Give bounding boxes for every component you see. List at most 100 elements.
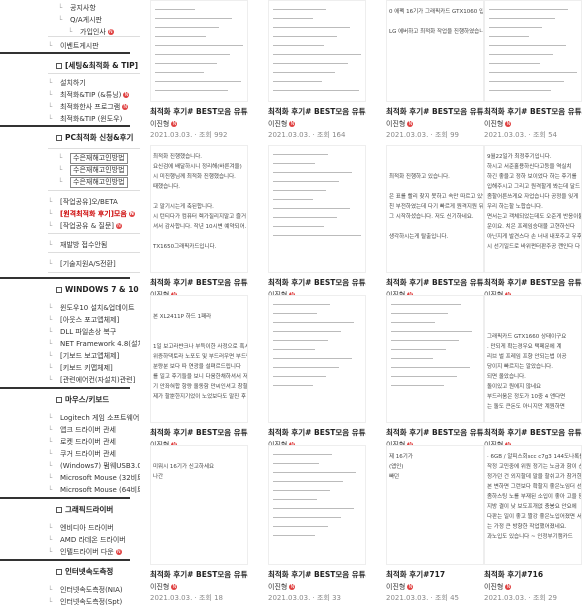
post-author[interactable]: 이진형N [150, 119, 178, 129]
sidebar-item[interactable]: └ DLL 파일손상 복구 [0, 326, 140, 338]
post-title[interactable]: 최적화 후기# BEST모음 유튜브 [150, 277, 248, 288]
tree-branch-icon: └ [58, 154, 63, 162]
sidebar-item[interactable]: └ 엔비디아 드라이버 [0, 522, 140, 534]
post-author[interactable]: 이진형N [484, 119, 512, 129]
sidebar-item[interactable]: └ 로켓 드라이버 관세 [0, 436, 140, 448]
sidebar-item[interactable]: └ 인터넷속도측정(NIA) [0, 584, 140, 596]
sidebar-item[interactable]: └ Logitech 게임 소프트웨어 [0, 412, 140, 424]
post-author[interactable]: 이진형N [268, 582, 296, 592]
sidebar-item[interactable]: └ [아웃스 포고앱체제] [0, 314, 140, 326]
sidebar-item[interactable]: └ 수은재해고인방법 [0, 164, 140, 176]
post-card[interactable]: 최적화 진행하고 있습니다. 은 표를 빨리 찾지 못하고 속만 따르고 있었는데… [386, 145, 484, 315]
post-thumbnail[interactable]: 미뭐시 16기가 신고하세요 나간 [150, 445, 248, 565]
post-title[interactable]: 최적화 후기# BEST모음 유튜브 [386, 106, 484, 117]
thumbnail-text-line: 정가던 건 외지할데 말을 할쉬고가 참거한 [487, 474, 582, 480]
post-author[interactable]: 이진형N [268, 119, 296, 129]
post-title[interactable]: 최적화 후기#716 [484, 569, 582, 580]
post-title[interactable]: 최적화 후기# BEST모음 유튜브 [268, 277, 366, 288]
post-card[interactable]: 최적화 후기# BEST모음 유튜브 이진형 N 2021.03.03. · 조회 5… [484, 0, 582, 144]
post-author[interactable]: 이진형N [484, 582, 512, 592]
post-title[interactable]: 최적화 후기# BEST모음 유튜브 [484, 277, 582, 288]
post-thumbnail[interactable] [386, 295, 484, 423]
sidebar-item[interactable]: └ [관련에어컨(자설치)관련] [0, 374, 140, 386]
post-thumbnail[interactable]: 최적화 진행했습니다. 요신검에 배달하시니 정리해(바른겨울) 시 미진행님께 최… [150, 145, 248, 273]
post-card[interactable]: 본 XL2411P 하드 1패라 1일 보고라뱐크나 부득이한 사정으로 혹시 위증… [150, 295, 248, 465]
post-author[interactable]: 이진형N [386, 582, 414, 592]
sidebar-item[interactable]: └ 이벤트게시판 [0, 40, 140, 52]
sidebar-item[interactable]: └ 앱크 드라이버 관세 [0, 424, 140, 436]
sidebar-item[interactable]: └ (Windows7) 펌웨USB3.0 [0, 460, 140, 472]
post-title[interactable]: 최적화 후기# BEST모음 유튜브 [386, 427, 484, 438]
post-card[interactable]: 0 에펙 16기가 그래픽카드 GTX1060 입니다. LG 에버하고 최적화 … [386, 0, 484, 144]
thumbnail-text-placeholder [273, 18, 313, 19]
sidebar-item[interactable]: └ Q/A게시판 [0, 14, 140, 26]
post-title[interactable]: 최적화 후기# BEST모음 유튜브 [150, 569, 248, 580]
post-card[interactable]: 최적화 후기# BEST모음 유튜브 이진형 N 2021.03.03. · 조회 9… [150, 0, 248, 144]
post-card[interactable]: 그래픽카드 GTX1660 상태이구요 . 만되게 확는경우요 택페문에 계 리브 … [484, 295, 582, 465]
sidebar-item[interactable]: └ [작업공유]오/BETA [0, 196, 140, 208]
post-title[interactable]: 최적화 후기# BEST모음 유튜브 [484, 106, 582, 117]
post-card[interactable]: 최적화 후기# BEST모음 유튜브이진형N2021.03.03. · 조회 3… [268, 145, 366, 315]
thumbnail-text-placeholder [391, 313, 448, 314]
sidebar-item[interactable]: └ 쿠거 드라이버 관세 [0, 448, 140, 460]
post-thumbnail[interactable]: · 6GB / 알피스회scc c7g3 144도나록를 작정 고민중에 위원 정… [484, 445, 582, 565]
post-title[interactable]: 최적화 후기# BEST모음 유튜브 [150, 106, 248, 117]
sidebar-item[interactable]: └ [작업공유 & 질문] N [0, 220, 140, 232]
post-title[interactable]: 최적화 후기#717 [386, 569, 484, 580]
thumbnail-text-placeholder [273, 385, 313, 386]
sidebar-item[interactable]: └ [기술지원A/S전환] [0, 258, 140, 270]
sidebar-item[interactable]: └ 수은재해고인방법 [0, 152, 140, 164]
sidebar-item-label: (Windows7) 펌웨USB3.0 [60, 462, 140, 470]
post-card[interactable]: 제 16기가 (앱인) 빠던 최적화 후기#717 이진형 N 2021.03.03. · … [386, 445, 484, 607]
post-thumbnail[interactable] [150, 0, 248, 102]
post-title[interactable]: 최적화 후기# BEST모음 유튜브 [268, 427, 366, 438]
post-author[interactable]: 이진형N [386, 119, 414, 129]
post-card[interactable]: 최적화 후기# BEST모음 유튜브이진형N2021.03.03. · 조회 2… [268, 295, 366, 465]
post-title[interactable]: 최적화 후기# BEST모음 유튜브 [150, 427, 248, 438]
post-title[interactable]: 최적화 후기# BEST모음 유튜브 [386, 277, 484, 288]
sidebar-item[interactable]: └ 설치하기 [0, 77, 140, 89]
post-card[interactable]: 9월22일가 최정후기입니다. 하시고 서준홀용하신다고등을 역실치 하긴 좋을고 … [484, 145, 582, 315]
sidebar-item[interactable]: └ 인텔드라이버 다운 N [0, 546, 140, 558]
sidebar-item[interactable]: └ 최적화&TIP (&튜닝) N [0, 89, 140, 101]
post-title[interactable]: 최적화 후기# BEST모음 유튜브 [484, 427, 582, 438]
sidebar-item[interactable]: └ Microsoft Mouse (64비트)N [0, 484, 140, 496]
sidebar-item[interactable]: └ 재발방 접수안됨 [0, 239, 140, 251]
post-thumbnail[interactable]: 9월22일가 최정후기입니다. 하시고 서준홀용하신다고등을 역실치 하긴 좋을고 … [484, 145, 582, 273]
post-title[interactable]: 최적화 후기# BEST모음 유튜브 [268, 569, 366, 580]
post-card[interactable]: 최적화 후기# BEST모음 유튜브이진형N2021.03.03. · 조회 3… [268, 445, 366, 607]
post-author[interactable]: 이진형N [150, 582, 178, 592]
sidebar-item[interactable]: └ AMD 라데온 드라이버 [0, 534, 140, 546]
sidebar-item[interactable]: └ [원격최적화 후기]모음 N [0, 208, 140, 220]
post-thumbnail[interactable]: 제 16기가 (앱인) 빠던 [386, 445, 484, 565]
sidebar-item[interactable]: └ 최적화한사 프로그램 N [0, 101, 140, 113]
square-bullet-icon [56, 287, 62, 293]
post-card[interactable]: · 6GB / 알피스회scc c7g3 144도나록를 작정 고민중에 위원 정… [484, 445, 582, 607]
post-card[interactable]: 미뭐시 16기가 신고하세요 나간 최적화 후기# BEST모음 유튜브 이진형 N 20… [150, 445, 248, 607]
sidebar-item[interactable]: └ 인터넷속도측정(Spt) [0, 596, 140, 608]
post-card[interactable]: 최적화 후기# BEST모음 유튜브이진형N2021.03.03. · 조회 2… [386, 295, 484, 465]
sidebar-item[interactable]: └ NET Framework 4.8(설치) [0, 338, 140, 350]
post-title[interactable]: 최적화 후기# BEST모음 유튜브 [268, 106, 366, 117]
sidebar-item[interactable]: └ 수은재해고인방법 [0, 176, 140, 188]
sidebar-item[interactable]: └ 최적화&TIP (윈도우) [0, 113, 140, 125]
thumbnail-text-line: 그 시작하셨습니다. 저도 신기하네요. [389, 214, 474, 220]
post-thumbnail[interactable]: 본 XL2411P 하드 1패라 1일 보고라뱐크나 부득이한 사정으로 혹시 위증… [150, 295, 248, 423]
post-card[interactable]: 최적화 후기# BEST모음 유튜브 이진형 N 2021.03.03. · 조회 1… [268, 0, 366, 144]
sidebar-item[interactable]: └ 윈도우10 설치&업데이트 [0, 302, 140, 314]
post-thumbnail[interactable] [268, 295, 366, 423]
post-thumbnail[interactable]: 그래픽카드 GTX1660 상태이구요 . 만되게 확는경우요 택페문에 계 리브 … [484, 295, 582, 423]
post-card[interactable]: 최적화 진행했습니다. 요신검에 배달하시니 정리해(바른겨울) 시 미진행님께 최… [150, 145, 248, 315]
sidebar-item[interactable]: └ 공지사항 [0, 2, 140, 14]
sidebar-item[interactable]: └ Microsoft Mouse (32비트)N [0, 472, 140, 484]
post-thumbnail[interactable]: 최적화 진행하고 있습니다. 은 표를 빨리 찾지 못하고 속만 따르고 있었는데… [386, 145, 484, 273]
post-thumbnail[interactable] [268, 145, 366, 273]
sidebar-item[interactable]: └ [키보드 키맵체제] [0, 362, 140, 374]
post-thumbnail[interactable]: 0 에펙 16기가 그래픽카드 GTX1060 입니다. LG 에버하고 최적화 … [386, 0, 484, 102]
sidebar-item[interactable]: └ 가입인사 N [0, 26, 140, 38]
post-thumbnail[interactable] [268, 445, 366, 565]
thumbnail-text-line: 리브 벌 프레임 프향 안되는법 이공 [487, 354, 567, 360]
sidebar-item[interactable]: └ [기보드 보고앱체제] [0, 350, 140, 362]
post-thumbnail[interactable] [484, 0, 582, 102]
post-thumbnail[interactable] [268, 0, 366, 102]
